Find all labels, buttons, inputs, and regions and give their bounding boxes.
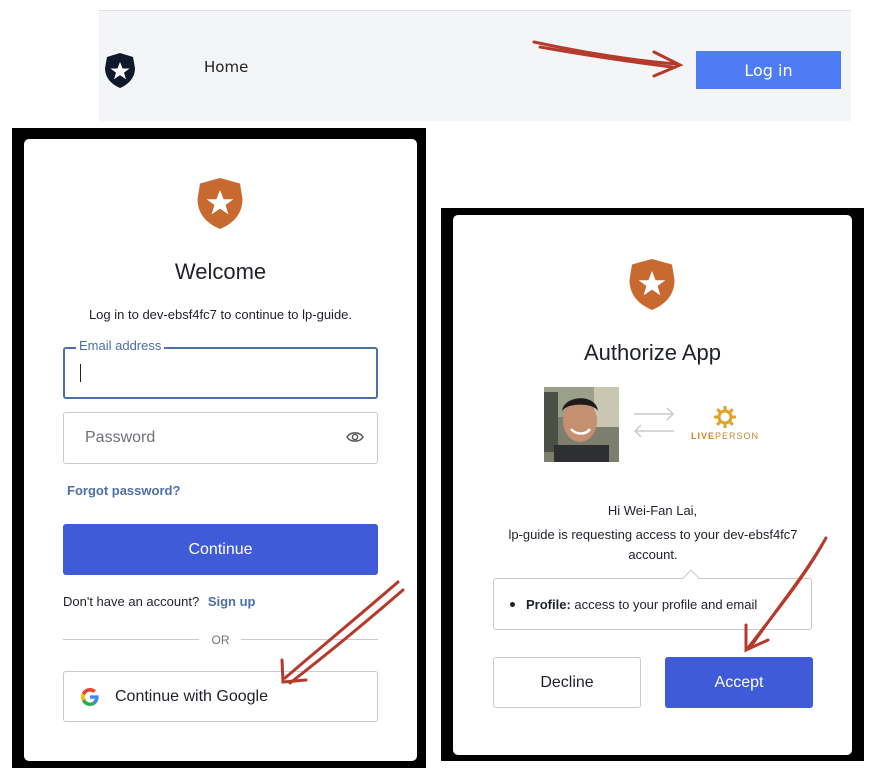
scope-name: Profile:: [526, 597, 571, 612]
greeting-text: Hi Wei-Fan Lai,: [607, 503, 698, 518]
access-request-text: lp-guide is requesting access to your de…: [488, 525, 818, 565]
email-field-label: Email address: [76, 338, 165, 353]
email-field[interactable]: Email address: [63, 338, 378, 399]
welcome-title: Welcome: [174, 259, 267, 284]
authorize-title: Authorize App: [584, 340, 721, 365]
login-screenshot-frame: Welcome Log in to dev-ebsf4fc7 to contin…: [12, 128, 426, 768]
password-placeholder: Password: [85, 429, 156, 446]
decline-button[interactable]: Decline: [493, 657, 641, 708]
auth0-shield-icon: [629, 259, 675, 310]
accept-button[interactable]: Accept: [665, 657, 813, 708]
text-caret: [80, 364, 81, 382]
divider-right: [241, 639, 378, 640]
login-subtitle: Log in to dev-ebsf4fc7 to continue to lp…: [88, 307, 353, 322]
scope-description: access to your profile and email: [574, 597, 758, 612]
auth0-shield-icon: [197, 178, 243, 229]
liveperson-logo: LIVEPERSON: [689, 431, 761, 441]
scope-list: Profile: access to your profile and emai…: [493, 569, 812, 630]
continue-button[interactable]: Continue: [63, 524, 378, 575]
nav-login-button[interactable]: Log in: [696, 51, 841, 89]
forgot-password-link[interactable]: Forgot password?: [67, 483, 180, 498]
google-icon: [81, 688, 99, 706]
authorize-card: Authorize App LIVEPERSON Hi Wei-Fan Lai,…: [453, 215, 852, 755]
auth0-shield-icon[interactable]: [104, 52, 136, 89]
access-request-line-1: lp-guide is requesting access to your de…: [508, 527, 798, 542]
signup-row: Don't have an account? Sign up: [63, 594, 256, 609]
nav-home-link[interactable]: Home: [204, 58, 248, 76]
access-request-line-2: account.: [628, 547, 678, 562]
user-avatar: [544, 387, 619, 462]
scope-box-notch: [682, 569, 700, 587]
swap-arrows-icon: [633, 407, 675, 438]
google-button-label: Continue with Google: [115, 688, 268, 705]
or-separator: OR: [211, 633, 230, 647]
eye-icon[interactable]: [346, 430, 364, 444]
no-account-text: Don't have an account?: [63, 594, 200, 609]
bullet-icon: [510, 602, 515, 608]
signup-link[interactable]: Sign up: [208, 594, 256, 609]
top-nav-bar: Home Log in: [99, 10, 851, 121]
authorize-screenshot-frame: Authorize App LIVEPERSON Hi Wei-Fan Lai,…: [441, 208, 864, 761]
liveperson-logo-live: LIVE: [690, 431, 715, 441]
password-field[interactable]: Password: [63, 412, 378, 464]
login-card: Welcome Log in to dev-ebsf4fc7 to contin…: [24, 139, 417, 761]
liveperson-logo-person: PERSON: [715, 431, 760, 441]
scope-item-profile: Profile: access to your profile and emai…: [510, 597, 757, 612]
continue-with-google-button[interactable]: Continue with Google: [63, 671, 378, 722]
